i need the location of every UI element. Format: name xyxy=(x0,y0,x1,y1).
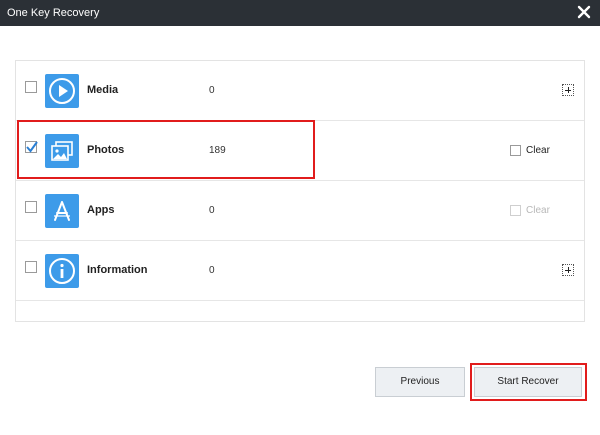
info-icon xyxy=(45,254,79,288)
list-item-apps: Apps 0 Clear xyxy=(16,181,584,241)
media-play-icon xyxy=(45,74,79,108)
clear-label: Clear xyxy=(526,205,550,216)
expand-icon[interactable] xyxy=(562,84,574,96)
list-item-media: Media 0 xyxy=(16,61,584,121)
clear-label: Clear xyxy=(526,145,550,156)
media-checkbox[interactable] xyxy=(25,81,37,93)
item-name: Photos xyxy=(87,144,125,156)
item-count: 189 xyxy=(209,145,226,156)
clear-checkbox[interactable] xyxy=(510,145,521,156)
item-count: 0 xyxy=(209,205,215,216)
photos-checkbox[interactable] xyxy=(25,141,38,153)
item-name: Media xyxy=(87,84,119,96)
start-recover-button[interactable]: Start Recover xyxy=(474,367,582,397)
expand-icon[interactable] xyxy=(562,264,574,276)
list-item-photos: Photos 189 Clear xyxy=(16,121,584,181)
item-name: Information xyxy=(87,264,148,276)
app-store-icon xyxy=(45,194,79,228)
information-checkbox[interactable] xyxy=(25,261,37,273)
list-item-information: Information 0 xyxy=(16,241,584,301)
item-count: 0 xyxy=(209,265,215,276)
previous-button[interactable]: Previous xyxy=(375,367,465,397)
apps-checkbox[interactable] xyxy=(25,201,37,213)
close-icon[interactable] xyxy=(576,4,592,20)
title-bar: One Key Recovery xyxy=(0,0,600,26)
window-title: One Key Recovery xyxy=(7,7,100,19)
item-name: Apps xyxy=(87,204,115,216)
photos-icon xyxy=(45,134,79,168)
category-list: Media 0 Photos 189 Clear Apps 0 Clear In… xyxy=(15,60,585,322)
clear-checkbox xyxy=(510,205,521,216)
item-count: 0 xyxy=(209,85,215,96)
